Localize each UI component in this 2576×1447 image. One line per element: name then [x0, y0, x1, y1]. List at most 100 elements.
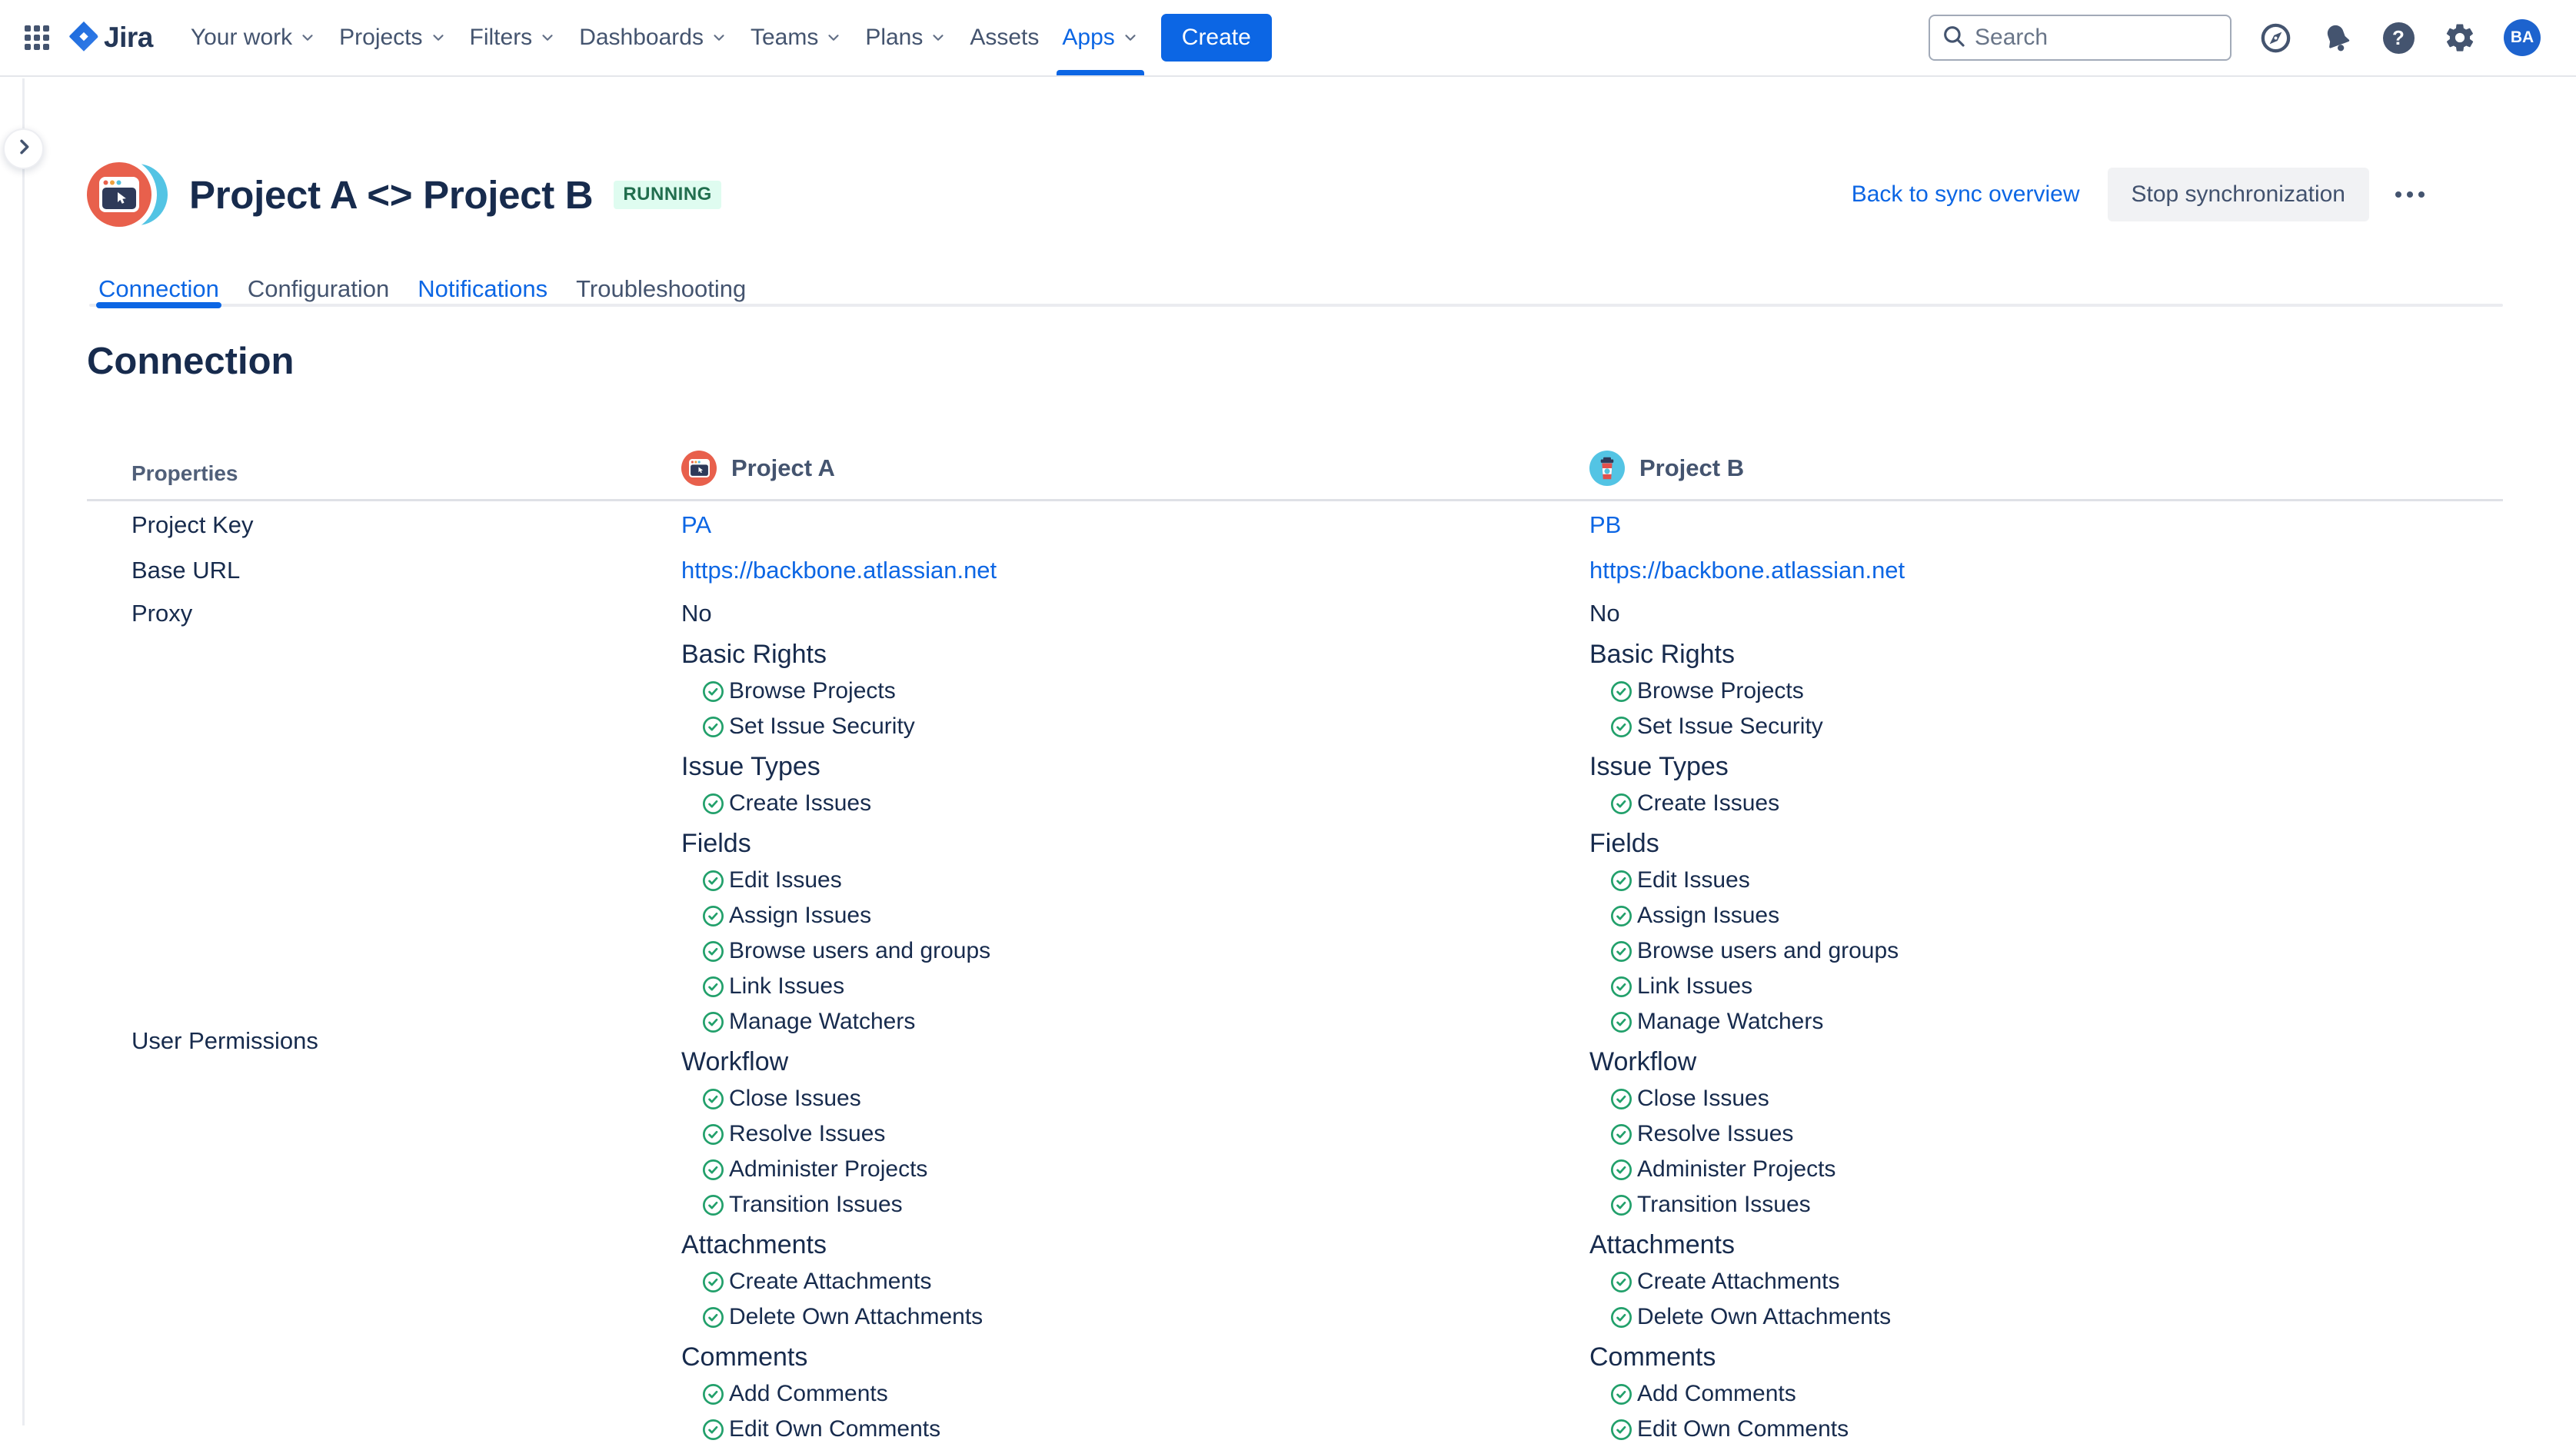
permission-item-create-attachments: Create Attachments	[681, 1264, 1589, 1299]
permission-item-create-attachments: Create Attachments	[1589, 1264, 2503, 1299]
permission-item-edit-issues: Edit Issues	[681, 863, 1589, 898]
jira-logo[interactable]: Jira	[67, 19, 153, 57]
help-icon[interactable]: ?	[2381, 20, 2416, 55]
chevron-down-icon	[539, 29, 556, 46]
page-header: Project A <> Project B RUNNING Back to s…	[87, 162, 2503, 227]
permission-section-title-fields: Fields	[1589, 824, 2503, 863]
permission-item-transition-issues: Transition Issues	[1589, 1187, 2503, 1222]
search-input[interactable]	[1975, 25, 2219, 51]
permission-section-title-issue-types: Issue Types	[1589, 747, 2503, 786]
permission-item-label: Link Issues	[729, 973, 844, 1000]
permission-item-label: Create Issues	[1637, 790, 1779, 817]
permission-item-delete-own-attachments: Delete Own Attachments	[681, 1299, 1589, 1335]
header-actions: Back to sync overview Stop synchronizati…	[1852, 168, 2434, 221]
sidebar-rail	[22, 78, 25, 1425]
permission-item-assign-issues: Assign Issues	[681, 898, 1589, 933]
permission-item-edit-own-comments: Edit Own Comments	[681, 1412, 1589, 1447]
permission-section-title-attachments: Attachments	[681, 1226, 1589, 1264]
check-icon	[1609, 1010, 1633, 1034]
expand-sidebar-button[interactable]	[3, 128, 44, 169]
tab-bar: Connection Configuration Notifications Trou…	[87, 271, 2503, 307]
check-icon	[1609, 680, 1633, 704]
project-a-avatar	[87, 162, 151, 227]
permissions-col-a: Basic RightsBrowse ProjectsSet Issue Sec…	[681, 635, 1589, 1447]
connection-table: Properties Project A	[87, 382, 2503, 1447]
search-box[interactable]	[1929, 15, 2232, 61]
app-switcher-icon[interactable]	[15, 10, 59, 65]
permission-section-title-workflow: Workflow	[681, 1043, 1589, 1081]
permission-item-resolve-issues: Resolve Issues	[681, 1116, 1589, 1152]
permissions-col-b: Basic RightsBrowse ProjectsSet Issue Sec…	[1589, 635, 2503, 1447]
permission-section-title-issue-types: Issue Types	[681, 747, 1589, 786]
check-icon	[701, 1123, 725, 1146]
user-avatar[interactable]: BA	[2504, 19, 2541, 56]
table-row: Project KeyPAPB	[87, 501, 2503, 549]
check-icon	[1609, 940, 1633, 963]
permission-item-label: Browse users and groups	[1637, 938, 1899, 964]
check-icon	[1609, 1418, 1633, 1442]
chevron-down-icon	[1122, 29, 1139, 46]
permission-item-close-issues: Close Issues	[681, 1081, 1589, 1116]
chevron-down-icon	[930, 29, 947, 46]
nav-item-your-work[interactable]: Your work	[179, 0, 328, 75]
nav-item-label: Projects	[339, 25, 422, 51]
project-b-column-header: Project B	[1589, 451, 2503, 499]
check-icon	[701, 1306, 725, 1329]
permission-item-delete-own-attachments: Delete Own Attachments	[1589, 1299, 2503, 1335]
nav-item-filters[interactable]: Filters	[458, 0, 568, 75]
nav-item-teams[interactable]: Teams	[739, 0, 854, 75]
permission-item-create-issues: Create Issues	[1589, 786, 2503, 821]
tab-notifications[interactable]: Notifications	[418, 271, 547, 307]
check-icon	[701, 1158, 725, 1182]
row-label: Proxy	[87, 600, 681, 627]
tab-configuration[interactable]: Configuration	[248, 271, 389, 307]
discover-icon[interactable]	[2258, 20, 2293, 55]
nav-item-apps[interactable]: Apps	[1050, 0, 1150, 75]
permission-section-title-basic-rights: Basic Rights	[1589, 635, 2503, 674]
back-to-sync-overview-link[interactable]: Back to sync overview	[1852, 181, 2080, 208]
chevron-down-icon	[299, 29, 316, 46]
row-value-a[interactable]: PA	[681, 511, 1589, 539]
permission-section-title-basic-rights: Basic Rights	[681, 635, 1589, 674]
sync-app-icon	[87, 162, 169, 227]
permission-item-set-issue-security: Set Issue Security	[681, 709, 1589, 744]
row-value-b: No	[1589, 600, 2503, 627]
permission-item-create-issues: Create Issues	[681, 786, 1589, 821]
page-title: Project A <> Project B	[189, 172, 593, 218]
tab-troubleshooting[interactable]: Troubleshooting	[576, 271, 746, 307]
stop-synchronization-button[interactable]: Stop synchronization	[2108, 168, 2370, 221]
check-icon	[1609, 1087, 1633, 1111]
nav-item-assets[interactable]: Assets	[958, 0, 1050, 75]
nav-item-projects[interactable]: Projects	[328, 0, 458, 75]
permission-item-label: Delete Own Attachments	[1637, 1304, 1891, 1330]
more-actions-button[interactable]	[2386, 171, 2434, 218]
permission-item-administer-projects: Administer Projects	[681, 1152, 1589, 1187]
main-content: Project A <> Project B RUNNING Back to s…	[87, 162, 2503, 1447]
project-a-column-header: Project A	[681, 451, 1589, 499]
row-label: Project Key	[87, 511, 681, 539]
permission-item-label: Manage Watchers	[729, 1009, 915, 1035]
jira-logo-icon	[67, 19, 101, 57]
nav-item-dashboards[interactable]: Dashboards	[567, 0, 739, 75]
permission-item-label: Edit Own Comments	[1637, 1416, 1849, 1442]
permission-item-label: Assign Issues	[729, 903, 871, 929]
permission-item-link-issues: Link Issues	[681, 969, 1589, 1004]
permission-item-label: Manage Watchers	[1637, 1009, 1823, 1035]
chevron-down-icon	[711, 29, 727, 46]
permission-item-label: Resolve Issues	[729, 1121, 885, 1147]
settings-icon[interactable]	[2442, 20, 2478, 55]
tab-connection[interactable]: Connection	[98, 271, 219, 307]
permission-item-resolve-issues: Resolve Issues	[1589, 1116, 2503, 1152]
project-b-icon	[1589, 451, 1625, 486]
notifications-icon[interactable]	[2319, 20, 2355, 55]
chevron-down-icon	[430, 29, 447, 46]
nav-item-plans[interactable]: Plans	[854, 0, 958, 75]
permission-item-label: Delete Own Attachments	[729, 1304, 983, 1330]
row-value-b[interactable]: https://backbone.atlassian.net	[1589, 557, 2503, 584]
permission-section-title-workflow: Workflow	[1589, 1043, 2503, 1081]
row-value-a[interactable]: https://backbone.atlassian.net	[681, 557, 1589, 584]
connection-heading: Connection	[87, 341, 2503, 382]
check-icon	[1609, 975, 1633, 999]
create-button[interactable]: Create	[1161, 14, 1272, 62]
row-value-b[interactable]: PB	[1589, 511, 2503, 539]
